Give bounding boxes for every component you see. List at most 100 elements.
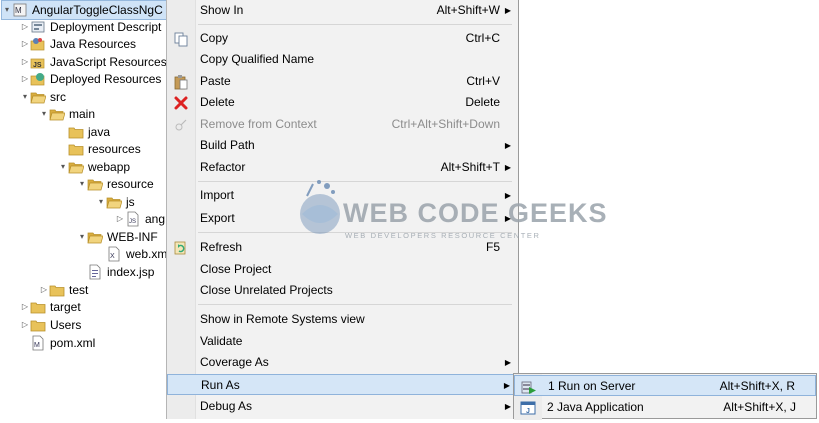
watermark-subtitle: WEB DEVELOPERS RESOURCE CENTER (345, 231, 541, 240)
menu-item-shortcut: Delete (465, 95, 500, 109)
tree-item[interactable]: java (58, 123, 110, 141)
expanded-twisty-icon[interactable]: ▾ (77, 175, 87, 193)
tree-item[interactable]: ▷ test (39, 281, 88, 299)
remove-context-icon (173, 117, 189, 133)
collapsed-twisty-icon[interactable]: ▷ (20, 298, 30, 316)
collapsed-twisty-icon[interactable]: ▷ (20, 18, 30, 36)
collapsed-twisty-icon[interactable]: ▷ (20, 70, 30, 88)
tree-item[interactable]: ▾ resource (77, 175, 154, 193)
javascript-resources-icon: JS (30, 54, 46, 70)
expanded-twisty-icon[interactable]: ▾ (77, 228, 87, 246)
tree-item-label: index.jsp (107, 265, 155, 279)
tree-item[interactable]: ▾ src (20, 88, 66, 106)
jsp-file-icon (87, 264, 103, 280)
menu-item-copy-qualified-name[interactable]: Copy Qualified Name (167, 49, 518, 70)
menu-item-run-as[interactable]: Run As ▶ (167, 374, 518, 395)
menu-item-coverage-as[interactable]: Coverage As ▶ (167, 352, 518, 373)
refresh-icon (173, 240, 189, 256)
menu-item-paste[interactable]: Paste Ctrl+V (167, 71, 518, 92)
run-as-submenu: 1 Run on Server Alt+Shift+X, R J 2 Java App… (513, 373, 817, 420)
tree-item-label: resource (107, 177, 154, 191)
tree-item[interactable]: ▾ webapp (58, 158, 130, 176)
tree-item[interactable]: ▷ target (20, 298, 81, 316)
tree-item-label: Users (50, 318, 82, 332)
expanded-twisty-icon[interactable]: ▾ (2, 1, 12, 19)
tree-item-label: JavaScript Resources (50, 55, 167, 69)
submenu-arrow-icon: ▶ (504, 141, 511, 150)
collapsed-twisty-icon[interactable]: ▷ (39, 281, 49, 299)
tree-item[interactable]: ▷ JS ang (115, 210, 165, 228)
menu-item-label: Refactor (200, 160, 246, 174)
tree-item-label: webapp (88, 160, 131, 174)
folder-open-icon (106, 194, 123, 210)
folder-open-icon (87, 229, 104, 245)
tree-item[interactable]: ▾ js (96, 193, 135, 211)
tree-item-label: target (50, 300, 81, 314)
watermark-title: WEB CODE GEEKS (343, 198, 608, 228)
menu-item-close-project[interactable]: Close Project (167, 259, 518, 280)
tree-item[interactable]: Xweb.xm (96, 245, 167, 263)
submenu-arrow-icon: ▶ (504, 6, 511, 15)
tree-item-label: WEB-INF (107, 230, 158, 244)
folder-open-icon (68, 159, 85, 175)
xml-file-icon: X (106, 246, 122, 262)
submenu-arrow-icon: ▶ (503, 381, 510, 390)
tree-item-label: ang (145, 212, 166, 226)
folder-open-icon (30, 89, 47, 105)
tree-item[interactable]: ▷ Deployed Resources (20, 70, 161, 88)
collapsed-twisty-icon[interactable]: ▷ (115, 210, 125, 228)
menu-item-label: Debug As (200, 399, 253, 413)
submenu-item-1-run-on-server[interactable]: 1 Run on Server Alt+Shift+X, R (514, 375, 816, 396)
collapsed-twisty-icon[interactable]: ▷ (20, 53, 30, 71)
folder-icon (68, 141, 84, 157)
submenu-arrow-icon: ▶ (504, 358, 511, 367)
tree-item[interactable]: ▷ Deployment Descript (20, 18, 161, 36)
menu-item-delete[interactable]: Delete Delete (167, 92, 518, 113)
tree-item[interactable]: ▷ JS JavaScript Resources (20, 53, 167, 71)
menu-item-label: Copy (200, 31, 229, 45)
export-icon (173, 211, 189, 227)
tree-item[interactable]: ▾ WEB-INF (77, 228, 158, 246)
svg-text:M: M (34, 342, 40, 349)
expanded-twisty-icon[interactable]: ▾ (39, 105, 49, 123)
expanded-twisty-icon[interactable]: ▾ (96, 193, 106, 211)
submenu-item-2-java-application[interactable]: J 2 Java Application Alt+Shift+X, J (514, 397, 816, 418)
expanded-twisty-icon[interactable]: ▾ (20, 88, 30, 106)
svg-text:JS: JS (33, 62, 42, 69)
menu-item-debug-as[interactable]: Debug As ▶ (167, 396, 518, 417)
tree-item[interactable]: ▾ M AngularToggleClassNgC (1, 0, 167, 20)
expanded-twisty-icon[interactable]: ▾ (58, 158, 68, 176)
deployment-descriptor-icon (30, 19, 46, 35)
tree-item-label: test (69, 283, 89, 297)
tree-item[interactable]: ▷ Java Resources (20, 35, 136, 53)
menu-item-label: Export (200, 211, 235, 225)
menu-item-shortcut: Ctrl+C (465, 31, 500, 45)
menu-item-validate[interactable]: Validate (167, 331, 518, 352)
watermark-logo: WEB CODE GEEKS WEB DEVELOPERS RESOURCE C… (285, 176, 607, 246)
folder-icon (30, 317, 46, 333)
import-icon (173, 188, 189, 204)
java-application-icon: J (520, 400, 536, 416)
java-resources-icon (30, 36, 46, 52)
menu-item-show-in[interactable]: Show In Alt+Shift+W ▶ (167, 0, 518, 21)
menu-item-refactor[interactable]: Refactor Alt+Shift+T ▶ (167, 157, 518, 178)
tree-item[interactable]: Mpom.xml (20, 334, 95, 352)
menu-item-label: Coverage As (200, 355, 269, 369)
menu-item-shortcut: Ctrl+Alt+Shift+Down (391, 117, 500, 131)
maven-project-icon: M (12, 2, 28, 18)
menu-item-label: Remove from Context (200, 117, 317, 131)
tree-item[interactable]: ▾ main (39, 105, 95, 123)
menu-item-copy[interactable]: Copy Ctrl+C (167, 28, 518, 49)
collapsed-twisty-icon[interactable]: ▷ (20, 316, 30, 334)
menu-item-build-path[interactable]: Build Path ▶ (167, 135, 518, 156)
menu-item-close-unrelated-projects[interactable]: Close Unrelated Projects (167, 280, 518, 301)
tree-item-label: pom.xml (50, 336, 96, 350)
tree-item[interactable]: index.jsp (77, 263, 154, 281)
menu-item-show-in-remote-systems-view[interactable]: Show in Remote Systems view (167, 309, 518, 330)
tree-item[interactable]: ▷ Users (20, 316, 81, 334)
collapsed-twisty-icon[interactable]: ▷ (20, 35, 30, 53)
tree-item[interactable]: resources (58, 140, 141, 158)
menu-item-label: Refresh (200, 240, 243, 254)
menu-item-shortcut: Alt+Shift+W (436, 3, 500, 17)
submenu-item-label: 2 Java Application (547, 400, 644, 414)
